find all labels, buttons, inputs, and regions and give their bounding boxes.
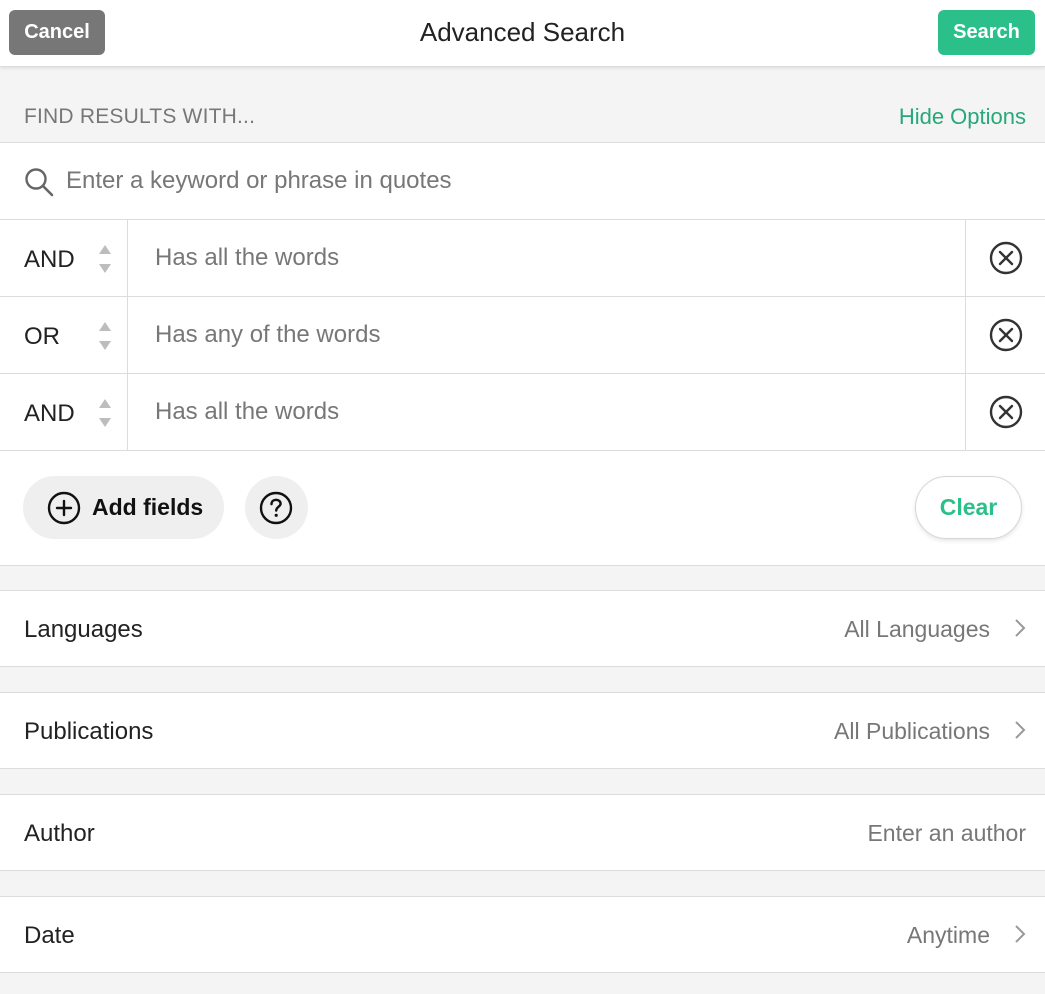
term-row: AND	[0, 374, 1045, 451]
chevron-right-icon	[1015, 619, 1026, 637]
question-circle-icon	[259, 491, 293, 525]
chevron-right-icon	[1015, 721, 1026, 739]
find-results-label: FIND RESULTS WITH...	[24, 105, 256, 128]
hide-options-link[interactable]: Hide Options	[899, 104, 1026, 130]
operator-label: OR	[24, 323, 60, 350]
close-circle-icon	[989, 395, 1023, 429]
plus-circle-icon	[47, 491, 81, 525]
header-bar: Cancel Advanced Search Search	[0, 0, 1045, 67]
operator-select[interactable]: AND	[0, 220, 128, 296]
languages-label: Languages	[24, 616, 143, 643]
term-row: AND	[0, 220, 1045, 297]
close-circle-icon	[989, 318, 1023, 352]
languages-filter-row[interactable]: Languages All Languages	[0, 590, 1045, 667]
add-fields-label: Add fields	[92, 494, 204, 520]
date-value: Anytime	[906, 922, 990, 948]
add-fields-button[interactable]: Add fields	[23, 476, 224, 539]
term-row: OR	[0, 297, 1045, 374]
date-filter-row[interactable]: Date Anytime	[0, 896, 1045, 973]
search-button[interactable]: Search	[938, 10, 1035, 55]
sort-arrows-icon	[99, 322, 111, 350]
operator-label: AND	[24, 400, 75, 427]
close-circle-icon	[989, 241, 1023, 275]
keyword-row	[0, 143, 1045, 220]
remove-term-button[interactable]	[965, 297, 1045, 373]
actions-row: Add fields Clear	[0, 451, 1045, 566]
remove-term-button[interactable]	[965, 374, 1045, 450]
author-input[interactable]	[526, 813, 1026, 853]
find-results-bar: FIND RESULTS WITH... Hide Options	[0, 67, 1045, 143]
clear-button[interactable]: Clear	[915, 476, 1022, 539]
languages-value: All Languages	[844, 616, 990, 642]
term-input[interactable]	[155, 238, 945, 278]
sort-arrows-icon	[99, 399, 111, 427]
remove-term-button[interactable]	[965, 220, 1045, 296]
page-title: Advanced Search	[419, 17, 626, 47]
operator-select[interactable]: AND	[0, 374, 128, 450]
publications-label: Publications	[24, 718, 154, 745]
publications-filter-row[interactable]: Publications All Publications	[0, 692, 1045, 769]
search-icon	[25, 168, 54, 197]
help-button[interactable]	[245, 476, 308, 539]
term-input[interactable]	[155, 392, 945, 432]
keyword-input[interactable]	[66, 161, 1016, 201]
date-label: Date	[24, 922, 75, 949]
sort-arrows-icon	[99, 245, 111, 273]
publications-value: All Publications	[834, 718, 990, 744]
chevron-right-icon	[1015, 925, 1026, 943]
term-input[interactable]	[155, 315, 945, 355]
operator-label: AND	[24, 246, 75, 273]
operator-select[interactable]: OR	[0, 297, 128, 373]
author-label: Author	[24, 820, 95, 847]
author-filter-row: Author	[0, 794, 1045, 871]
